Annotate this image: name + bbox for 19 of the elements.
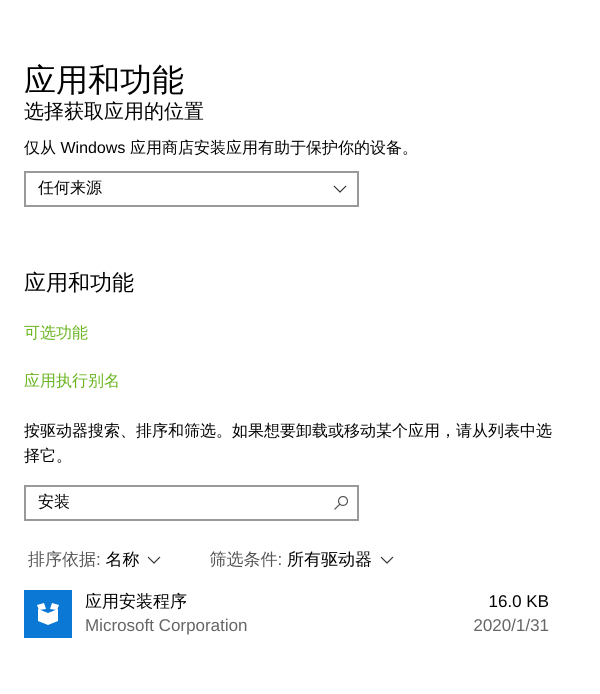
section-heading: 选择获取应用的位置 (24, 100, 204, 124)
chevron-down-icon (380, 556, 394, 564)
search-icon (333, 495, 349, 511)
page-title: 应用和功能 (24, 62, 185, 98)
chevron-down-icon (147, 556, 162, 564)
app-size: 16.0 KB (488, 590, 549, 612)
app-list-item[interactable]: 应用安装程序 Microsoft Corporation 16.0 KB 2020/1/31 (24, 590, 560, 638)
sort-dropdown[interactable]: 排序依据: 名称 (28, 547, 162, 572)
chevron-down-icon (333, 185, 347, 193)
app-publisher: Microsoft Corporation (85, 614, 249, 636)
app-name: 应用安装程序 (85, 590, 188, 612)
source-dropdown[interactable]: 任何来源 (24, 171, 359, 207)
description-text: 仅从 Windows 应用商店安装应用有助于保护你的设备。 (24, 138, 419, 159)
section-heading: 应用和功能 (24, 269, 135, 297)
search-field[interactable]: 安装 (24, 485, 359, 521)
description-text: 按驱动器搜索、排序和筛选。如果想要卸载或移动某个应用，请从列表中选择它。 (24, 422, 553, 467)
app-date: 2020/1/31 (473, 614, 549, 636)
app-box-icon (24, 590, 72, 638)
filter-dropdown[interactable]: 筛选条件: 所有驱动器 (209, 547, 394, 572)
